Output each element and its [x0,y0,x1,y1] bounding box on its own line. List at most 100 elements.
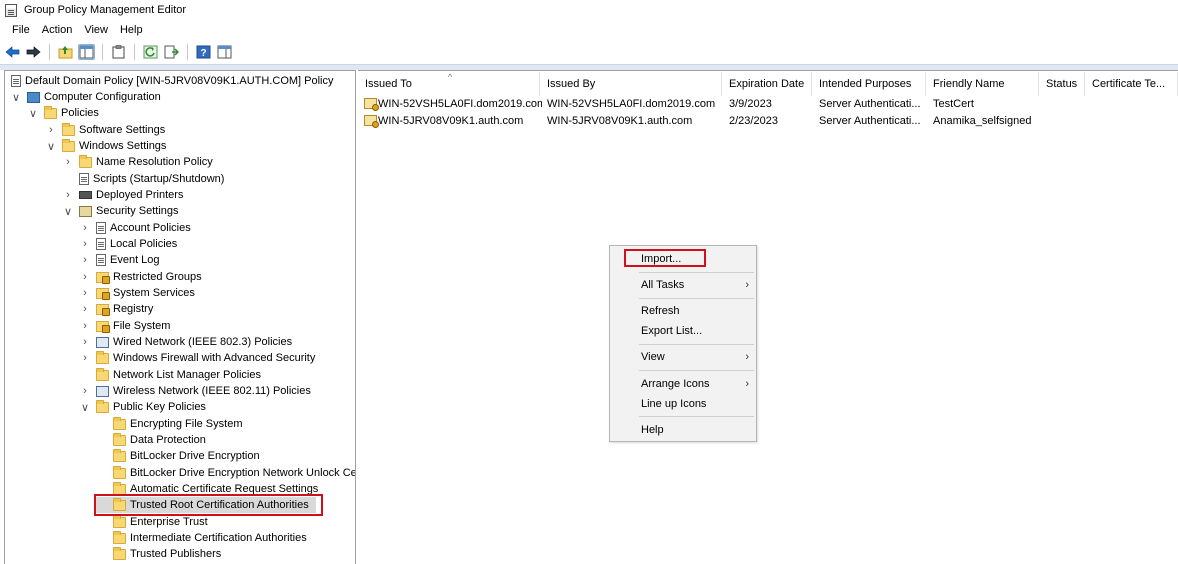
collapse-chevron-icon[interactable]: ∨ [62,203,74,219]
certificate-icon [364,115,379,128]
expand-chevron-icon[interactable]: › [79,269,91,285]
tree-item-trusted-publishers[interactable]: Trusted Publishers [96,546,221,562]
tree-item-bitlocker[interactable]: BitLocker Drive Encryption [96,448,260,464]
back-arrow-icon[interactable] [4,44,21,60]
tree-item-encrypting-file-system[interactable]: Encrypting File System [96,416,242,432]
expand-chevron-icon[interactable]: › [79,334,91,350]
tree-item-security-settings[interactable]: ∨ Security Settings [62,203,179,219]
tree-item-account-policies[interactable]: › Account Policies [79,220,191,236]
tree-item-intermediate-ca[interactable]: Intermediate Certification Authorities [96,530,307,546]
tree-item-file-system[interactable]: › File System [79,318,170,334]
expand-chevron-icon[interactable]: › [79,318,91,334]
collapse-chevron-icon[interactable]: ∨ [10,89,22,105]
tree-item-network-list-manager[interactable]: Network List Manager Policies [79,367,261,383]
expand-chevron-icon[interactable]: › [79,220,91,236]
expand-chevron-icon[interactable]: › [79,252,91,268]
tree-item-label: Deployed Printers [96,189,184,201]
menu-help[interactable]: Help [114,24,149,36]
menu-item-help[interactable]: Help [641,422,749,438]
refresh-icon[interactable] [142,44,159,60]
menu-item-label: All Tasks [641,279,685,291]
tree-item-data-protection[interactable]: Data Protection [96,432,206,448]
menu-separator [639,298,754,299]
context-menu: Import... All Tasks › Refresh Export Lis… [609,245,757,442]
svg-text:?: ? [200,48,206,59]
up-folder-icon[interactable] [57,44,74,60]
table-row[interactable]: WIN-52VSH5LA0FI.dom2019.com WIN-52VSH5LA… [358,96,1178,112]
tree-item-scripts[interactable]: Scripts (Startup/Shutdown) [62,171,224,187]
folder-icon [96,350,109,364]
menu-item-arrange-icons[interactable]: Arrange Icons › [641,376,749,392]
expand-chevron-icon[interactable]: › [62,154,74,170]
export-list-icon[interactable] [163,44,180,60]
menu-file[interactable]: File [6,24,36,36]
menu-action[interactable]: Action [36,24,79,36]
network-policy-icon [96,336,109,348]
tree-item-public-key-policies[interactable]: ∨ Public Key Policies [79,399,206,415]
locked-folder-icon [96,271,110,284]
column-header-intended-purposes[interactable]: Intended Purposes [812,72,926,96]
tree-item-name-resolution-policy[interactable]: › Name Resolution Policy [62,154,213,170]
menu-item-line-up-icons[interactable]: Line up Icons [641,396,749,412]
expand-chevron-icon[interactable]: › [79,285,91,301]
tree-item-policies[interactable]: ∨ Policies [27,105,99,121]
expand-chevron-icon[interactable]: › [79,236,91,252]
tree-item-system-services[interactable]: › System Services [79,285,195,301]
tree-item-default-domain-policy[interactable]: Default Domain Policy [WIN-5JRV08V09K1.A… [11,73,334,89]
tree-item-wireless-network[interactable]: › Wireless Network (IEEE 802.11) Policie… [79,383,311,399]
table-row[interactable]: WIN-5JRV08V09K1.auth.com WIN-5JRV08V09K1… [358,113,1178,129]
gpo-editor-icon [5,3,17,17]
cell-issued-to: WIN-52VSH5LA0FI.dom2019.com [364,96,542,112]
tree-item-windows-firewall[interactable]: › Windows Firewall with Advanced Securit… [79,350,315,366]
expand-chevron-icon[interactable]: › [62,187,74,203]
menu-separator [639,344,754,345]
tree-item-label: Encrypting File System [130,418,243,430]
menu-item-export-list[interactable]: Export List... [641,323,749,339]
menu-view[interactable]: View [78,24,114,36]
console-tree[interactable]: Default Domain Policy [WIN-5JRV08V09K1.A… [4,70,356,564]
tree-item-label: Name Resolution Policy [96,156,213,168]
tree-item-deployed-printers[interactable]: › Deployed Printers [62,187,183,203]
expand-chevron-icon[interactable]: › [45,122,57,138]
tree-item-windows-settings[interactable]: ∨ Windows Settings [45,138,166,154]
help-icon[interactable]: ? [195,44,212,60]
tree-item-registry[interactable]: › Registry [79,301,153,317]
tree-item-label: Policies [61,107,99,119]
tree-item-restricted-groups[interactable]: › Restricted Groups [79,269,202,285]
column-header-issued-by[interactable]: Issued By [540,72,722,96]
menu-item-refresh[interactable]: Refresh [641,303,749,319]
collapse-chevron-icon[interactable]: ∨ [45,138,57,154]
column-header-certificate-template[interactable]: Certificate Te... [1085,72,1178,96]
expand-chevron-icon[interactable]: › [79,350,91,366]
collapse-chevron-icon[interactable]: ∨ [79,399,91,415]
cell-intended-purposes: Server Authenticati... [819,98,921,110]
menu-item-view[interactable]: View › [641,349,749,365]
policy-document-icon [96,222,106,234]
folder-icon [113,432,126,446]
clipboard-icon[interactable] [110,44,127,60]
tree-item-enterprise-trust[interactable]: Enterprise Trust [96,514,208,530]
expand-chevron-icon[interactable]: › [79,383,91,399]
menu-item-label: Arrange Icons [641,378,710,390]
tree-item-label: System Services [113,287,195,299]
column-header-issued-to[interactable]: Issued To ^ [358,72,540,96]
tree-item-computer-configuration[interactable]: ∨ Computer Configuration [10,89,161,105]
tree-item-local-policies[interactable]: › Local Policies [79,236,177,252]
tree-item-event-log[interactable]: › Event Log [79,252,160,268]
forward-arrow-icon[interactable] [25,44,42,60]
tree-item-software-settings[interactable]: › Software Settings [45,122,165,138]
show-hide-tree-icon[interactable] [78,44,95,60]
computer-icon [27,91,40,103]
action-pane-icon[interactable] [216,44,233,60]
tree-item-wired-network[interactable]: › Wired Network (IEEE 802.3) Policies [79,334,292,350]
expand-chevron-icon[interactable]: › [79,301,91,317]
certificate-list[interactable]: Issued To ^ Issued By Expiration Date In… [358,70,1178,564]
menu-item-all-tasks[interactable]: All Tasks › [641,277,749,293]
column-header-friendly-name[interactable]: Friendly Name [926,72,1039,96]
tree-item-bitlocker-network-unlock[interactable]: BitLocker Drive Encryption Network Unloc… [96,465,355,481]
column-header-status[interactable]: Status [1039,72,1085,96]
collapse-chevron-icon[interactable]: ∨ [27,105,39,121]
column-header-expiration-date[interactable]: Expiration Date [722,72,812,96]
